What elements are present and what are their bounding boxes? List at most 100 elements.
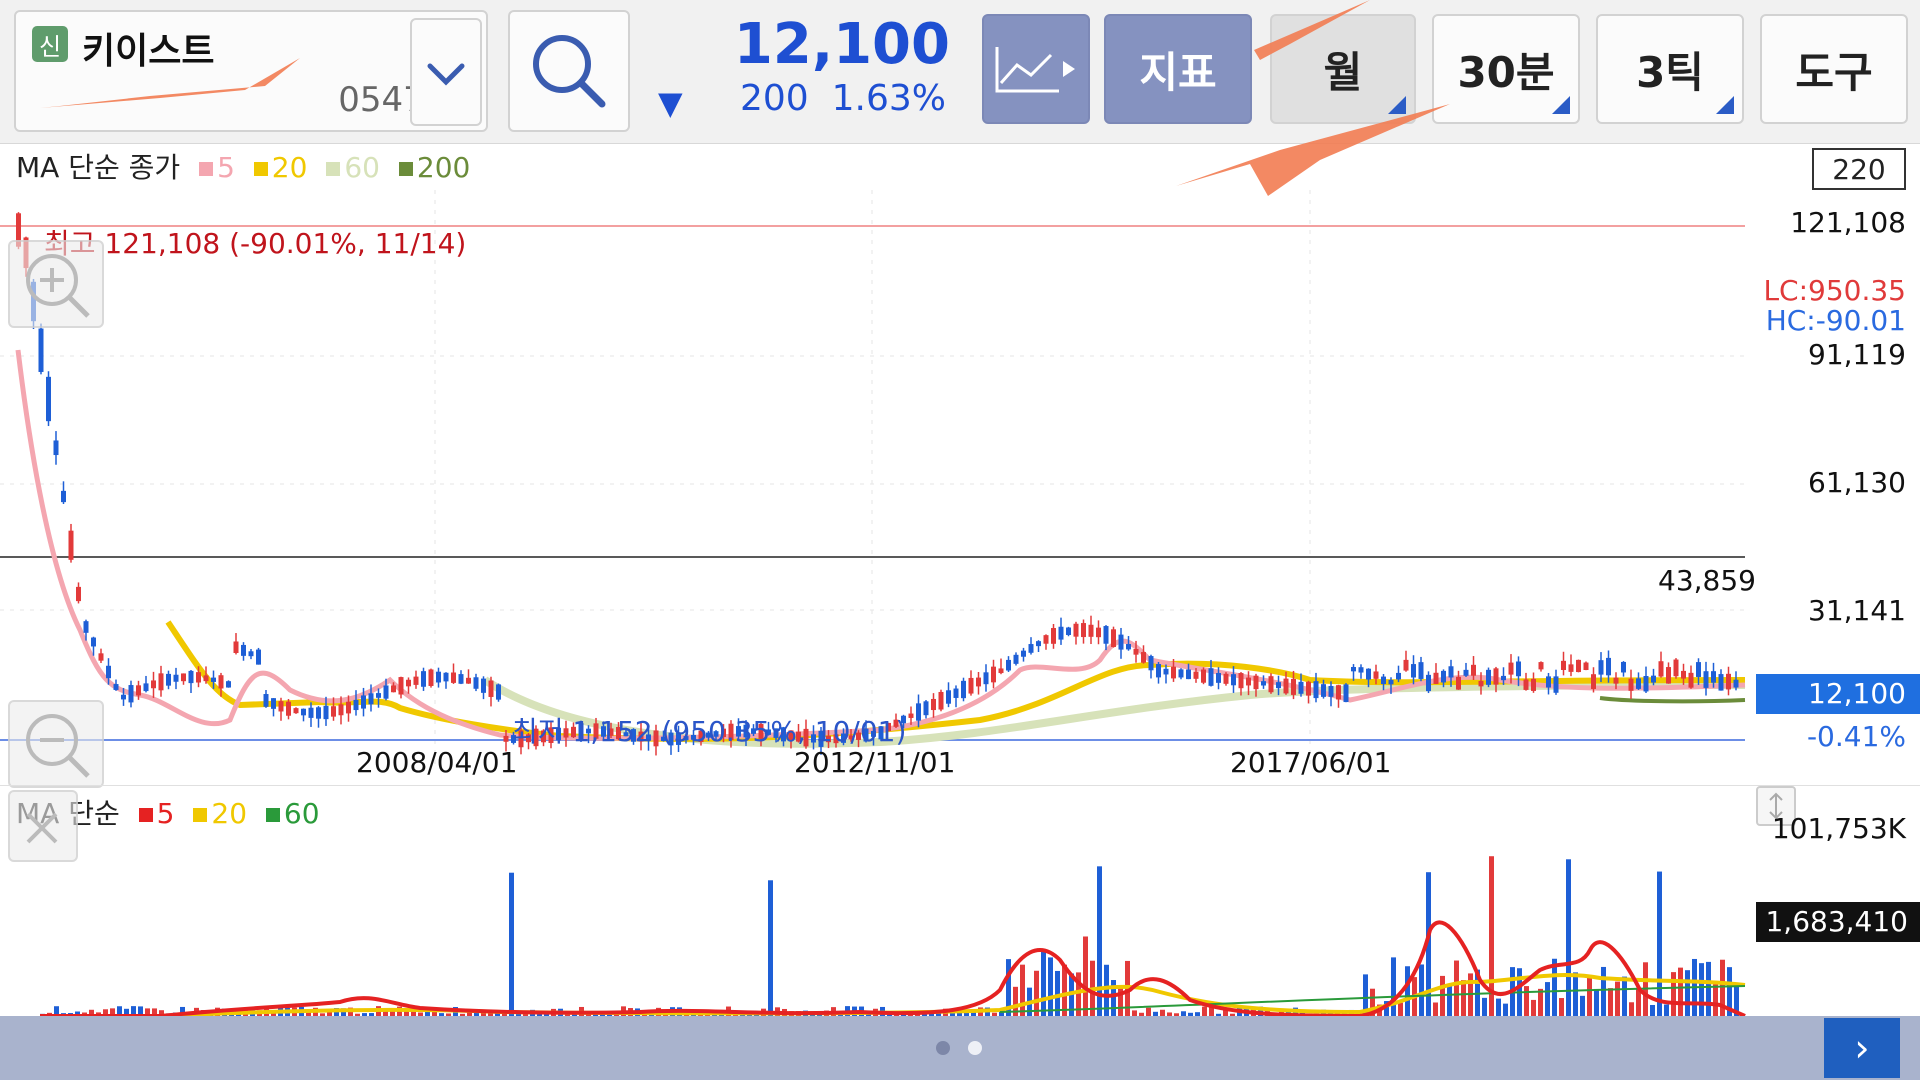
volume-bar	[1202, 1006, 1207, 1016]
volume-bar	[1041, 949, 1046, 1016]
volume-bar	[1615, 981, 1620, 1016]
volume-bar	[1587, 974, 1592, 1016]
volume-bar	[1496, 998, 1501, 1016]
current-price-tag: 12,100	[1756, 674, 1920, 714]
price-change: 200	[740, 78, 809, 119]
current-price: 12,100	[733, 12, 950, 77]
search-button[interactable]	[508, 10, 630, 132]
zoom-in-button[interactable]	[8, 240, 104, 328]
volume-bar	[509, 872, 514, 1016]
volume-current-tag: 1,683,410	[1756, 902, 1920, 942]
ma5-label: 5	[217, 151, 235, 184]
volume-bar	[1657, 871, 1662, 1016]
volume-bar	[1048, 957, 1053, 1016]
page-indicator-bar	[0, 1016, 1920, 1080]
volume-bar	[1083, 936, 1088, 1016]
volume-bar	[1146, 1007, 1151, 1016]
search-icon	[533, 35, 606, 108]
hc-label: HC:-90.01	[1765, 304, 1906, 337]
volume-bar	[1545, 982, 1550, 1016]
volume-bar	[1398, 1002, 1403, 1016]
dropdown-corner-icon	[1552, 96, 1570, 114]
volume-bar	[1699, 963, 1704, 1016]
volume-bar	[768, 880, 773, 1016]
volume-bar	[1062, 964, 1067, 1016]
price-chart-canvas[interactable]	[0, 190, 1920, 785]
current-pct-label: -0.41%	[1806, 720, 1906, 753]
page-dot-2[interactable]	[968, 1041, 982, 1055]
volume-bar	[1531, 999, 1536, 1016]
ma60-label: 60	[344, 151, 380, 184]
volume-bar	[1580, 995, 1585, 1016]
volume-bar	[1629, 1002, 1634, 1016]
volume-chart-canvas[interactable]	[0, 820, 1750, 1016]
ma5-swatch	[199, 162, 214, 176]
volume-bar	[1650, 1004, 1655, 1016]
price-change-pct: 1.63%	[831, 78, 946, 119]
chart-type-button[interactable]	[982, 14, 1090, 124]
volume-bar	[1405, 966, 1410, 1016]
dropdown-corner-icon	[1716, 96, 1734, 114]
redaction-scribble	[40, 58, 300, 108]
volume-bar	[1706, 961, 1711, 1016]
volume-bar	[1503, 1003, 1508, 1016]
date-label-2: 2012/11/01	[794, 746, 956, 779]
date-label-1: 2008/04/01	[356, 746, 518, 779]
zoom-out-icon	[26, 714, 90, 778]
date-label-3: 2017/06/01	[1230, 746, 1392, 779]
volume-bar	[1454, 960, 1459, 1016]
y-label-high: 121,108	[1790, 206, 1906, 239]
volume-bar	[1391, 957, 1396, 1016]
ma200-line	[1599, 696, 1746, 704]
volume-bar	[1622, 976, 1627, 1016]
zoom-in-icon	[26, 254, 90, 318]
ma200-swatch	[398, 162, 413, 176]
price-ma-legend: MA 단순 종가 5 20 60 200	[16, 146, 470, 186]
stock-dropdown-button[interactable]	[410, 18, 482, 126]
y-label-2: 91,119	[1808, 338, 1906, 371]
chevron-down-icon	[427, 63, 465, 86]
volume-bar	[1524, 986, 1529, 1016]
high-annotation: 최고 121,108 (-90.01%, 11/14)	[44, 227, 467, 260]
volume-bar	[1685, 970, 1690, 1016]
volume-bar	[1594, 988, 1599, 1016]
volume-bar	[1608, 988, 1613, 1016]
ma60-swatch	[326, 162, 341, 176]
volume-bar	[1601, 966, 1606, 1016]
volume-bar	[1573, 972, 1578, 1016]
ma5-line	[15, 349, 1746, 741]
y-label-3: 61,130	[1808, 466, 1906, 499]
volume-bar	[1447, 985, 1452, 1016]
redaction-scribble	[1176, 0, 1450, 196]
volume-bar	[1538, 988, 1543, 1016]
chevron-right-icon: ›	[1854, 1026, 1870, 1070]
volume-bar	[1461, 980, 1466, 1016]
price-ma-legend-title: MA 단순 종가	[16, 151, 181, 184]
volume-bar	[1664, 1004, 1669, 1016]
candle-count-box[interactable]: 220	[1812, 148, 1906, 190]
volume-bar	[1566, 859, 1571, 1016]
tick-3-button[interactable]: 3틱	[1596, 14, 1744, 124]
chart-divider	[0, 785, 1920, 786]
next-page-button[interactable]: ›	[1824, 1018, 1900, 1078]
price-block: 12,100 ▼ 200 1.63%	[650, 12, 950, 132]
ma200-label: 200	[416, 151, 471, 184]
zoom-out-button[interactable]	[8, 700, 104, 788]
line-chart-icon	[995, 47, 1075, 93]
lc-label: LC:950.35	[1763, 274, 1906, 307]
ma20-swatch	[253, 162, 268, 176]
ma20-label: 20	[271, 151, 308, 184]
volume-bar	[1559, 998, 1564, 1016]
volume-y-max: 101,753K	[1771, 812, 1906, 845]
change-down-icon: ▼	[658, 84, 683, 122]
low-annotation: 최저 1,152 (950.35%, 10/01)	[512, 715, 907, 748]
tools-button[interactable]: 도구	[1760, 14, 1908, 124]
volume-bar	[1020, 964, 1025, 1016]
volume-bar	[1482, 997, 1487, 1016]
page-dot-1[interactable]	[936, 1041, 950, 1055]
tick-3-label: 3틱	[1636, 47, 1704, 97]
volume-bar	[1713, 984, 1718, 1016]
crosshair-value: 43,859	[1658, 564, 1756, 597]
volume-bar	[1678, 967, 1683, 1016]
volume-bar	[1034, 970, 1039, 1016]
